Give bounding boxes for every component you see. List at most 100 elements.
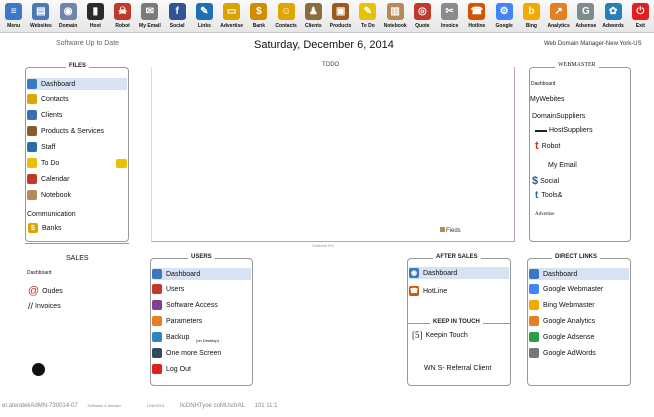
todo-folder-icon[interactable]	[116, 159, 127, 168]
advertise-icon: ▭	[223, 3, 241, 20]
direct-links-item-adsense[interactable]: Google Adsense	[529, 332, 594, 342]
toolbar-contacts-button[interactable]: ☺ Contacts	[273, 1, 300, 32]
webmaster-domain-suppliers[interactable]: DomainSuppliers	[532, 113, 585, 120]
users-item-screen[interactable]: One more Screen	[152, 348, 221, 358]
files-item-staff[interactable]: Staff	[27, 142, 55, 152]
toolbar-robot-button[interactable]: ☠ Robot	[109, 1, 136, 32]
banks-icon: $	[28, 223, 38, 233]
products-icon	[27, 126, 37, 136]
after-sales-hotline[interactable]: ☎ HotLine	[409, 286, 447, 296]
toolbar-bing-button[interactable]: b Bing	[518, 1, 545, 32]
parameters-icon	[152, 316, 162, 326]
toolbar-products-button[interactable]: ▣ Products	[327, 1, 354, 32]
direct-links-item-google[interactable]: Google Webmaster	[529, 284, 603, 294]
users-item-label: One more Screen	[166, 349, 222, 357]
direct-links-item-dashboard[interactable]: Dashboard	[529, 268, 629, 280]
users-item-logout[interactable]: Log Out	[152, 364, 191, 374]
host-suppliers-label: HostSuppliers	[549, 127, 593, 134]
toolbar-todo-button[interactable]: ✎ To Do	[354, 1, 381, 32]
products-icon: ▣	[332, 3, 350, 20]
files-item-contacts[interactable]: Contacts	[27, 94, 69, 104]
files-item-clients[interactable]: Clients	[27, 110, 62, 120]
webmaster-robot[interactable]: t Robot	[535, 140, 560, 152]
toolbar-advertise-button[interactable]: ▭ Advertise	[218, 1, 245, 32]
adwords-icon	[529, 348, 539, 358]
direct-links-item-bing[interactable]: Bing Webmaster	[529, 300, 595, 310]
keep-in-touch-icon: [5]	[412, 330, 423, 340]
files-item-dashboard[interactable]: Dashboard	[27, 78, 127, 90]
toolbar-google-button[interactable]: ⚙ Google	[491, 1, 518, 32]
bing-icon: b	[522, 3, 540, 20]
files-item-calendar[interactable]: Calendar	[27, 174, 69, 184]
toolbar-notebook-button[interactable]: ▥ Notebook	[382, 1, 409, 32]
toolbar-analytics-button[interactable]: ↗ Analytics	[545, 1, 572, 32]
todo-fieds[interactable]: Fieds	[440, 227, 461, 234]
toolbar-bank-button[interactable]: $ Bank	[245, 1, 272, 32]
files-item-notebook[interactable]: Notebook	[27, 190, 71, 200]
files-title: FILES	[66, 63, 90, 69]
sales-invoices[interactable]: // Invoices	[28, 301, 61, 311]
toolbar-hotline-button[interactable]: ☎ Hotline	[463, 1, 490, 32]
users-item-users[interactable]: Users	[152, 284, 184, 294]
direct-links-item-analytics[interactable]: Google Analytics	[529, 316, 595, 326]
robot-label: Robot	[541, 142, 561, 150]
webmaster-social[interactable]: $ Social	[532, 175, 559, 187]
toolbar-domain-button[interactable]: ◉ Domain	[55, 1, 82, 32]
sales-dashboard[interactable]: Dashboard	[27, 270, 51, 276]
toolbar-adwords-button[interactable]: ✿ Adwords	[600, 1, 627, 32]
users-item-dashboard[interactable]: Dashboard	[152, 268, 251, 280]
toolbar-invoice-button[interactable]: ✂ Invoice	[436, 1, 463, 32]
toolbar-adsense-button[interactable]: G Adsense	[572, 1, 599, 32]
analytics-icon: ↗	[550, 3, 568, 20]
webmaster-my-websites[interactable]: MyWebites	[530, 96, 565, 103]
social-icon: f	[168, 3, 186, 20]
software-name: Software 4 domain	[87, 403, 121, 408]
toolbar-quote-button[interactable]: ◎ Quote	[409, 1, 436, 32]
adsense-icon	[529, 332, 539, 342]
webmaster-advertise[interactable]: Advertise	[535, 212, 554, 217]
files-item-todo[interactable]: To Do	[27, 158, 59, 168]
calendar-icon	[27, 174, 37, 184]
toolbar-label: Contacts	[275, 23, 297, 29]
toolbar-host-button[interactable]: ▮ Host	[82, 1, 109, 32]
banks-link[interactable]: $ Banks	[28, 223, 61, 233]
hotline-label: HotLine	[423, 287, 448, 295]
toolbar-menu-button[interactable]: ≡ Menu	[0, 1, 27, 32]
toolbar-social-button[interactable]: f Social	[164, 1, 191, 32]
todo-area[interactable]	[151, 67, 515, 242]
clients-icon: ♟	[304, 3, 322, 20]
toolbar-clients-button[interactable]: ♟ Clients	[300, 1, 327, 32]
after-sales-dashboard[interactable]: ◉ Dashboard	[409, 267, 509, 279]
toolbar-label: Notebook	[383, 23, 407, 29]
bottom-status-bar: er.ateratekAdMN-730014-07 Software 4 dom…	[2, 403, 286, 409]
toolbar-email-button[interactable]: ✉ My Email	[136, 1, 163, 32]
todo-fieds-label: Fieds	[446, 228, 461, 234]
sales-quotes[interactable]: @ Oudes	[28, 285, 63, 297]
files-item-products[interactable]: Products & Services	[27, 126, 104, 136]
toolbar-websites-button[interactable]: ▤ Websites	[27, 1, 54, 32]
toolbar-exit-button[interactable]: ⏻ Exit	[627, 1, 654, 32]
webmaster-dashboard[interactable]: Dashboard	[531, 81, 555, 87]
toolbar-label: Hotline	[468, 23, 486, 29]
google-icon	[529, 284, 539, 294]
users-item-access[interactable]: Software Access	[152, 300, 218, 310]
users-item-backup[interactable]: Backup	[152, 332, 189, 342]
hotline-icon: ☎	[468, 3, 486, 20]
users-item-label: Parameters	[166, 317, 203, 325]
adwords-icon: ✿	[604, 3, 622, 20]
communication-label[interactable]: Communication	[27, 211, 76, 218]
webmaster-host-suppliers[interactable]: HostSuppliers	[535, 127, 593, 134]
toolbar-links-button[interactable]: ✎ Links	[191, 1, 218, 32]
direct-links-item-adwords[interactable]: Google AdWords	[529, 348, 596, 358]
webmaster-tools[interactable]: t Tools&	[535, 190, 562, 201]
notebook-icon: ▥	[386, 3, 404, 20]
todo-title: TODO	[322, 62, 340, 68]
users-item-parameters[interactable]: Parameters	[152, 316, 202, 326]
users-icon	[152, 284, 162, 294]
referral-client-link[interactable]: WN S- Referral Client	[424, 365, 491, 372]
toolbar-label: Links	[197, 23, 211, 29]
webmaster-my-email[interactable]: My Email	[548, 162, 577, 169]
users-item-label: Software Access	[166, 301, 218, 309]
record-dot-icon[interactable]	[32, 363, 45, 376]
keep-in-touch-link[interactable]: [5] Keepin Touch	[412, 330, 468, 340]
